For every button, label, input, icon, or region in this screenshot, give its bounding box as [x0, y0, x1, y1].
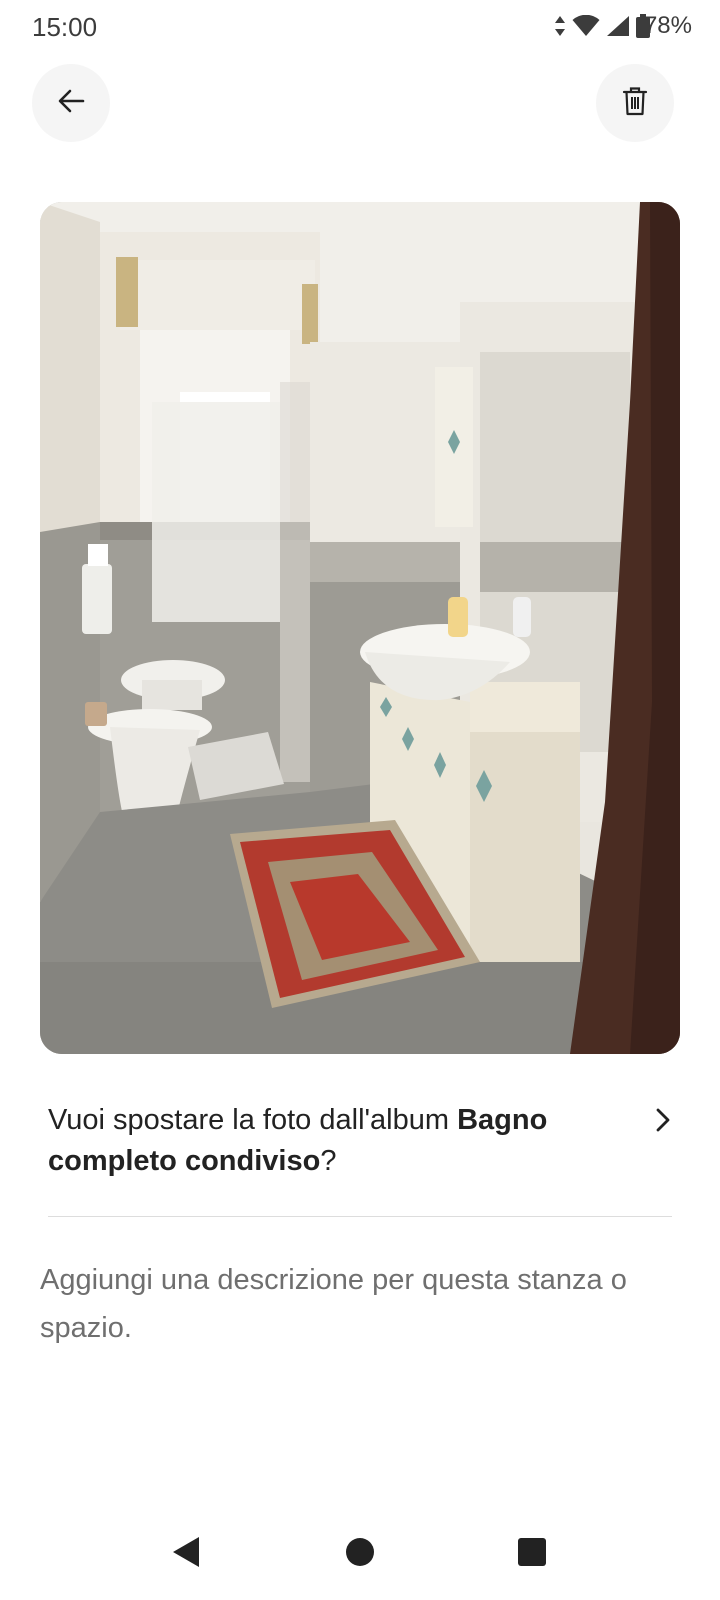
nav-recents-icon	[517, 1537, 547, 1572]
photo-edit-screen: 15:00 78% Vuoi spostare la foto dall'alb…	[0, 0, 720, 1600]
move-album-prefix: Vuoi spostare la foto dall'album	[48, 1104, 458, 1136]
delete-photo-button[interactable]	[596, 64, 674, 142]
nav-home-icon	[345, 1537, 375, 1572]
description-input[interactable]: Aggiungi una descrizione per questa stan…	[40, 1256, 680, 1352]
nav-home-button[interactable]	[338, 1532, 382, 1576]
move-album-question: Vuoi spostare la foto dall'album Bagno c…	[48, 1100, 618, 1182]
bathroom-photo	[40, 202, 680, 1054]
trash-icon	[622, 86, 648, 121]
system-nav-bar	[0, 1512, 720, 1592]
status-bar: 15:00 78%	[0, 0, 720, 52]
data-arrows-icon	[554, 15, 566, 37]
status-time: 15:00	[32, 12, 98, 42]
arrow-left-icon	[56, 86, 86, 121]
chevron-right-icon	[654, 1106, 672, 1139]
move-album-row[interactable]: Vuoi spostare la foto dall'album Bagno c…	[48, 1100, 672, 1182]
wifi-icon	[572, 15, 600, 37]
back-button[interactable]	[32, 64, 110, 142]
move-album-suffix: ?	[320, 1145, 337, 1177]
nav-recents-button[interactable]	[510, 1532, 554, 1576]
battery-percent: 78%	[643, 12, 692, 39]
nav-back-button[interactable]	[164, 1532, 208, 1576]
divider	[48, 1216, 672, 1217]
status-icons	[554, 14, 650, 38]
signal-icon	[606, 15, 630, 37]
nav-back-icon	[171, 1535, 201, 1574]
